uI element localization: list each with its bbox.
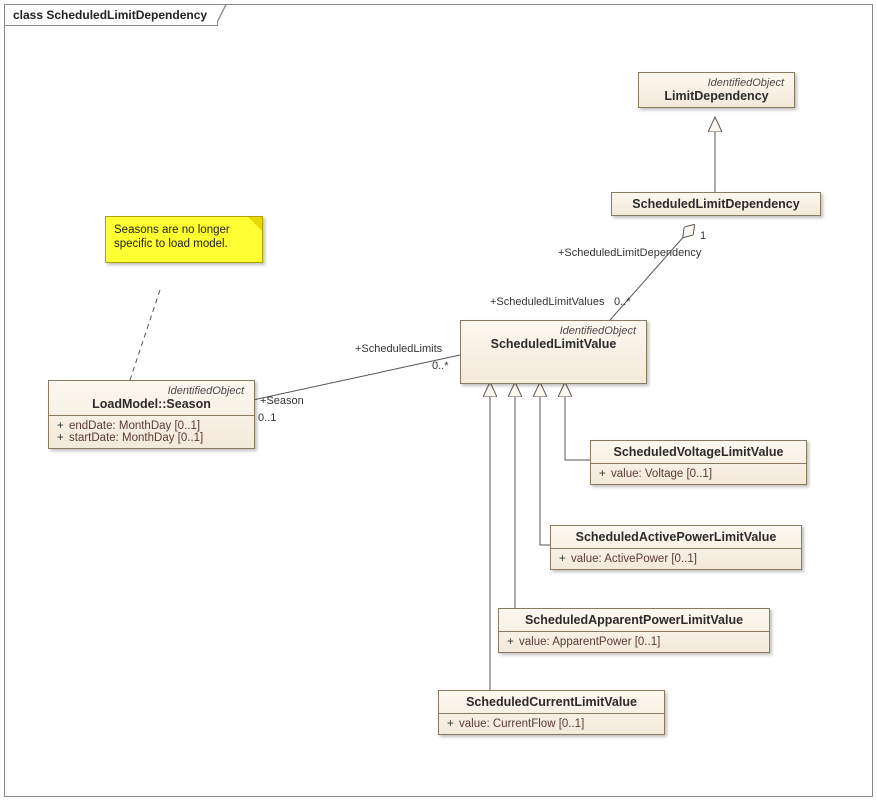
attr: value: ActivePower [0..1] bbox=[571, 553, 697, 565]
label-limits-mult: 0..* bbox=[432, 360, 449, 372]
class-scheduled-limit-dependency: ScheduledLimitDependency bbox=[611, 192, 821, 216]
attr: value: Voltage [0..1] bbox=[611, 468, 712, 480]
class-scheduled-voltage-limit-value: ScheduledVoltageLimitValue +value: Volta… bbox=[590, 440, 807, 485]
attr: endDate: MonthDay [0..1] bbox=[69, 420, 200, 432]
class-name: ScheduledApparentPowerLimitValue bbox=[505, 613, 763, 627]
label-sld-mult: 1 bbox=[700, 230, 706, 242]
class-scheduled-apparent-power-limit-value: ScheduledApparentPowerLimitValue +value:… bbox=[498, 608, 770, 653]
stereotype: IdentifiedObject bbox=[467, 325, 640, 337]
uml-canvas: class ScheduledLimitDependency bbox=[0, 0, 877, 801]
class-name: LoadModel::Season bbox=[55, 397, 248, 411]
class-name: ScheduledLimitValue bbox=[467, 337, 640, 351]
attr: value: CurrentFlow [0..1] bbox=[459, 718, 584, 730]
label-slv-mult: 0..* bbox=[614, 296, 631, 308]
note-text: Seasons are no longer specific to load m… bbox=[114, 224, 230, 250]
class-name: ScheduledCurrentLimitValue bbox=[445, 695, 658, 709]
label-slv-role: +ScheduledLimitValues bbox=[490, 296, 604, 308]
stereotype: IdentifiedObject bbox=[645, 77, 788, 89]
label-limits-role: +ScheduledLimits bbox=[355, 343, 442, 355]
attributes: +endDate: MonthDay [0..1] +startDate: Mo… bbox=[49, 416, 254, 448]
note-season: Seasons are no longer specific to load m… bbox=[105, 216, 263, 263]
class-limit-dependency: IdentifiedObject LimitDependency bbox=[638, 72, 795, 108]
class-name: LimitDependency bbox=[645, 89, 788, 103]
class-scheduled-limit-value: IdentifiedObject ScheduledLimitValue bbox=[460, 320, 647, 384]
attr: value: ApparentPower [0..1] bbox=[519, 636, 660, 648]
class-name: ScheduledLimitDependency bbox=[618, 197, 814, 211]
diagram-title: class ScheduledLimitDependency bbox=[13, 8, 207, 22]
diagram-title-tab: class ScheduledLimitDependency bbox=[4, 4, 218, 26]
attr: startDate: MonthDay [0..1] bbox=[69, 432, 203, 444]
label-season-mult: 0..1 bbox=[258, 412, 276, 424]
class-name: ScheduledActivePowerLimitValue bbox=[557, 530, 795, 544]
label-sld-role: +ScheduledLimitDependency bbox=[558, 247, 701, 259]
stereotype: IdentifiedObject bbox=[55, 385, 248, 397]
class-name: ScheduledVoltageLimitValue bbox=[597, 445, 800, 459]
label-season-role: +Season bbox=[260, 395, 304, 407]
class-scheduled-current-limit-value: ScheduledCurrentLimitValue +value: Curre… bbox=[438, 690, 665, 735]
class-season: IdentifiedObject LoadModel::Season +endD… bbox=[48, 380, 255, 449]
class-scheduled-active-power-limit-value: ScheduledActivePowerLimitValue +value: A… bbox=[550, 525, 802, 570]
